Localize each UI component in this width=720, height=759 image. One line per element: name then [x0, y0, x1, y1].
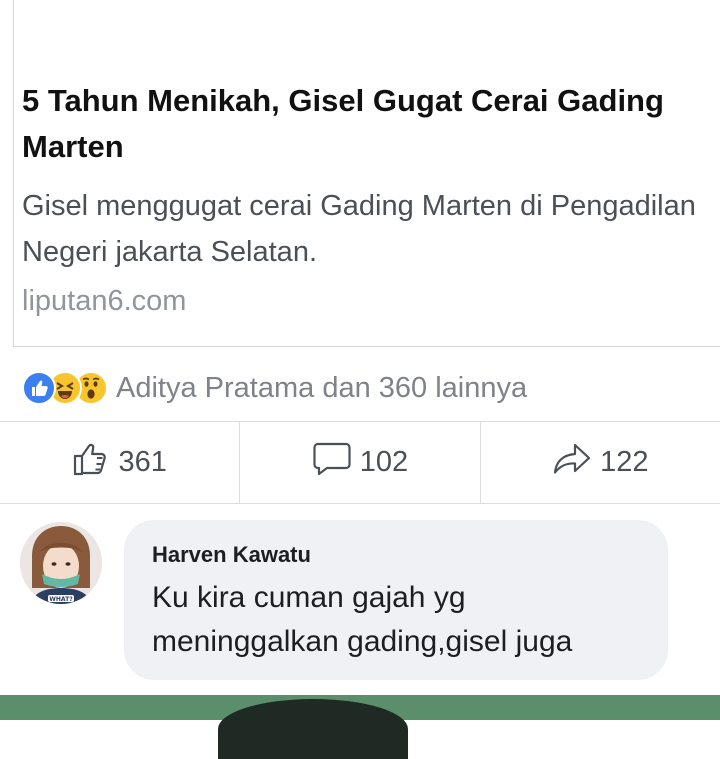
- thumbs-up-icon: [72, 441, 110, 485]
- image-subject: [218, 699, 408, 759]
- like-button[interactable]: 361: [0, 422, 239, 503]
- reactions-summary-text[interactable]: Aditya Pratama dan 360 lainnya: [116, 372, 527, 405]
- link-description: Gisel menggugat cerai Gading Marten di P…: [22, 190, 696, 268]
- comment-bubble[interactable]: Harven Kawatu Ku kira cuman gajah yg men…: [124, 520, 668, 680]
- share-count: 122: [600, 446, 649, 478]
- comment-count: 102: [359, 446, 409, 478]
- share-arrow-icon: [552, 441, 592, 485]
- avatar-badge-text: WHAT?: [49, 596, 73, 603]
- link-domain: liputan6.com: [22, 285, 187, 317]
- comment-button[interactable]: 102: [239, 422, 479, 503]
- share-button[interactable]: 122: [479, 422, 720, 503]
- next-post-image-preview[interactable]: [0, 695, 720, 759]
- post-actions: 361 102 122: [0, 422, 720, 503]
- avatar[interactable]: WHAT?: [20, 522, 102, 604]
- divider: [0, 503, 720, 504]
- comment-author[interactable]: Harven Kawatu: [152, 542, 311, 568]
- comment: WHAT? Harven Kawatu Ku kira cuman gajah …: [20, 518, 720, 688]
- speech-bubble-icon: [312, 441, 352, 485]
- comment-text: Ku kira cuman gajah yg meninggalkan gadi…: [152, 581, 573, 658]
- reactions-summary[interactable]: Aditya Pratama dan 360 lainnya: [22, 366, 712, 410]
- link-title[interactable]: 5 Tahun Menikah, Gisel Gugat Cerai Gadin…: [22, 78, 702, 170]
- like-icon: [22, 371, 56, 405]
- like-count: 361: [118, 446, 167, 478]
